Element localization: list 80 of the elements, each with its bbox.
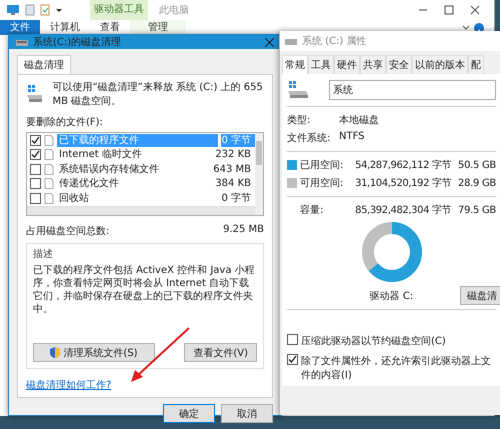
maximize-icon[interactable] <box>444 5 454 15</box>
file-size: 232 KB <box>215 148 252 162</box>
file-item[interactable]: Internet 临时文件 <box>57 148 212 162</box>
file-system-value: NTFS <box>339 131 365 144</box>
file-size: 0 字节 <box>221 134 255 147</box>
dialog-tab[interactable]: 安全 <box>386 55 412 74</box>
context-tab-label: 驱动器工具 <box>90 0 148 20</box>
capacity-bytes: 85,392,482,304 字节 <box>355 204 452 217</box>
shield-icon <box>50 347 60 358</box>
checkbox[interactable] <box>30 134 41 146</box>
checked-document-icon[interactable] <box>40 4 50 16</box>
file-icon <box>44 149 54 160</box>
file-size: 384 KB <box>215 177 252 190</box>
ribbon-tab[interactable]: 文件 <box>0 20 40 35</box>
dialog-tab[interactable]: 工具 <box>308 55 334 74</box>
checkbox[interactable] <box>287 354 298 365</box>
dialog-tab[interactable]: 配 <box>468 55 484 74</box>
description-text: 已下载的程序文件包括 ActiveX 控件和 Java 小程序，你查看特定网页时将会从 Internet 自动下载它们，并临时保存在硬盘上的已下载的程序文件夹中。 <box>33 264 256 316</box>
space-label: 已用空间: <box>300 158 344 172</box>
option-label: 除了文件属性外，还允许索引此驱动器上文件的内容(I) <box>301 354 492 382</box>
checkbox[interactable] <box>287 334 298 345</box>
chevron-icon[interactable] <box>462 24 470 32</box>
ribbon-tab[interactable]: 管理 <box>130 20 186 35</box>
file-size: 0 字节 <box>221 192 252 205</box>
file-item[interactable]: 系统错误内存转储文件 <box>57 162 210 176</box>
drive-label: 驱动器 C: <box>370 290 414 303</box>
dialog-tab[interactable]: 常规 <box>282 55 308 74</box>
vertical-scrollbar[interactable] <box>255 133 263 214</box>
space-size: 50.5 GB <box>458 160 496 170</box>
usage-donut <box>360 221 422 283</box>
drive-icon <box>16 38 28 46</box>
drive-icon <box>26 85 42 103</box>
group-label: 描述 <box>33 248 54 260</box>
dialog-title: 系统(C:)的磁盘清理 <box>33 36 122 49</box>
drive-icon <box>285 36 297 46</box>
drive-icon <box>287 81 309 99</box>
capacity-label: 容量: <box>300 204 324 217</box>
ribbon-tab[interactable]: 查看 <box>90 20 130 35</box>
view-files-button[interactable]: 查看文件(V) <box>184 343 257 362</box>
space-bytes: 54,287,962,112 字节 <box>355 158 452 172</box>
close-icon[interactable] <box>470 5 480 15</box>
checkbox[interactable] <box>30 178 41 190</box>
space-bytes: 31,104,520,192 字节 <box>355 176 452 190</box>
file-item[interactable]: 回收站 <box>57 192 218 205</box>
file-size: 643 MB <box>213 162 252 176</box>
space-size: 28.9 GB <box>458 178 496 188</box>
file-item[interactable]: 传递优化文件 <box>57 177 212 190</box>
files-label: 要删除的文件(F): <box>26 116 104 129</box>
space-label: 可用空间: <box>300 176 344 190</box>
clean-system-files-button[interactable]: 清理系统文件(S) <box>33 343 155 362</box>
dialog-tab[interactable]: 以前的版本 <box>412 55 468 74</box>
help-link[interactable]: 磁盘清理如何工作? <box>26 378 264 392</box>
dialog-tab[interactable]: 共享 <box>360 55 386 74</box>
option-label: 压缩此驱动器以节约磁盘空间(C) <box>301 334 446 348</box>
dialog-tab[interactable]: 硬件 <box>334 55 360 74</box>
file-icon <box>44 134 54 146</box>
total-value: 9.25 MB <box>223 224 264 236</box>
ribbon-tab[interactable]: 计算机 <box>40 20 90 35</box>
intro-text: 可以使用“磁盘清理”来释放 系统 (C:) 上的 655 MB 磁盘空间。 <box>52 80 264 108</box>
file-system-label: 文件系统: <box>287 132 332 145</box>
file-icon <box>44 178 54 190</box>
cancel-button[interactable]: 取消 <box>221 404 273 423</box>
dialog-title: 系统 (C:) 属性 <box>302 34 368 48</box>
file-icon <box>44 192 54 204</box>
ok-button[interactable]: 确定 <box>163 404 215 423</box>
monitor-icon[interactable] <box>6 4 20 16</box>
checkbox[interactable] <box>30 192 41 204</box>
total-label: 占用磁盘空间总数: <box>26 224 110 238</box>
close-icon[interactable] <box>265 38 274 46</box>
file-icon <box>44 164 54 175</box>
name-field[interactable]: 系统 <box>329 80 496 100</box>
dialog-tab[interactable]: 磁盘清理 <box>17 55 71 74</box>
type-value: 本地磁盘 <box>339 114 379 127</box>
horizontal-scrollbar[interactable] <box>27 206 255 214</box>
checkbox[interactable] <box>30 149 41 160</box>
capacity-size: 79.5 GB <box>458 204 496 216</box>
type-label: 类型: <box>287 114 312 127</box>
checkbox[interactable] <box>30 164 41 175</box>
disk-cleanup-button[interactable]: 磁盘清 <box>460 286 500 305</box>
window-title: 此电脑 <box>159 4 189 17</box>
